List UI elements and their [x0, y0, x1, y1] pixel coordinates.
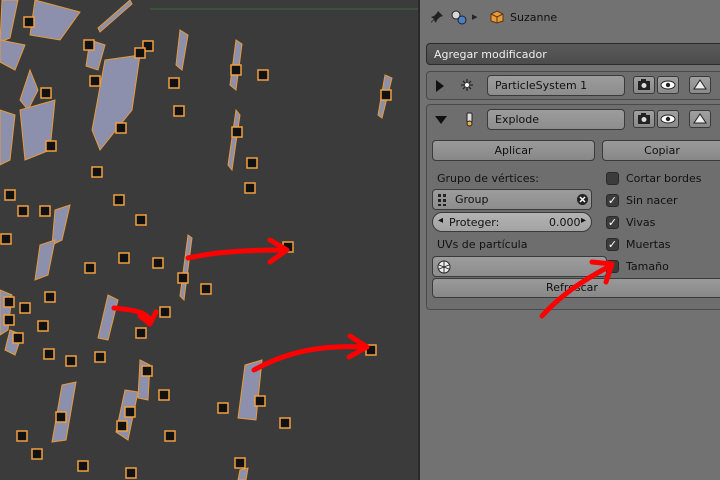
- vertex-group-field[interactable]: Group: [432, 189, 592, 210]
- vertex-group-label: Grupo de vértices:: [437, 172, 539, 185]
- option-row[interactable]: ✓ Vivas: [606, 215, 720, 231]
- add-modifier-dropdown[interactable]: Agregar modificador: [426, 43, 720, 65]
- viewport-canvas: [0, 0, 418, 480]
- uv-sphere-icon: [437, 260, 451, 277]
- slider-right-arrow-icon[interactable]: ▸: [581, 215, 586, 226]
- apply-label: Aplicar: [494, 144, 533, 157]
- protect-value: 0.000: [549, 216, 581, 229]
- camera-icon: [634, 113, 654, 130]
- fragment: [97, 294, 119, 341]
- chevron-up-icon: [690, 113, 710, 130]
- properties-header: ▸ Suzanne: [420, 0, 720, 36]
- add-modifier-label: Agregar modificador: [434, 48, 547, 61]
- protect-label: Proteger:: [449, 216, 500, 229]
- particle-uv-field[interactable]: [432, 256, 607, 277]
- explode-name-field[interactable]: Explode: [487, 109, 625, 130]
- camera-icon: [634, 79, 654, 96]
- checkbox[interactable]: ✓: [606, 216, 619, 229]
- fragment: [175, 29, 189, 71]
- fragment: [0, 39, 26, 71]
- annotation-arrows: [111, 237, 370, 373]
- arrow-1: [185, 247, 288, 261]
- apply-button[interactable]: Aplicar: [432, 140, 595, 161]
- eye-icon: [658, 114, 678, 130]
- option-label: Sin nacer: [626, 194, 678, 207]
- option-row[interactable]: ✓ Sin nacer: [606, 193, 720, 209]
- move-up-button[interactable]: [689, 110, 711, 128]
- object-name: Suzanne: [510, 11, 558, 24]
- copy-label: Copiar: [644, 144, 680, 157]
- expand-arrow-icon[interactable]: [436, 80, 444, 92]
- checkbox[interactable]: [606, 260, 619, 273]
- fragment: [0, 0, 19, 43]
- particlesystem-name: ParticleSystem 1: [495, 79, 588, 92]
- fragment: [179, 234, 193, 302]
- refresh-button[interactable]: Refrescar: [432, 278, 720, 298]
- option-label: Vivas: [626, 216, 656, 229]
- fragment: [0, 109, 16, 166]
- vertex-group-icon: [437, 193, 451, 210]
- render-toggle-button[interactable]: [633, 76, 655, 94]
- fragment: [97, 0, 133, 33]
- checkbox[interactable]: ✓: [606, 194, 619, 207]
- protect-slider[interactable]: ◂ Proteger: 0.000 ▸: [432, 212, 592, 232]
- viewport-toggle-button[interactable]: [657, 110, 679, 128]
- modifier-panel-particlesystem: ParticleSystem 1: [426, 71, 720, 100]
- refresh-label: Refrescar: [546, 281, 598, 294]
- collapse-arrow-icon[interactable]: [435, 116, 447, 124]
- checkbox[interactable]: ✓: [606, 238, 619, 251]
- particle-uv-label: UVs de partícula: [437, 238, 528, 251]
- copy-button[interactable]: Copiar: [602, 140, 720, 161]
- explode-name: Explode: [495, 113, 539, 126]
- vertex-group-value: Group: [455, 193, 489, 206]
- fragment: [29, 0, 81, 41]
- object-cube-icon: [490, 10, 504, 24]
- particlesystem-name-field[interactable]: ParticleSystem 1: [487, 75, 625, 96]
- properties-panel: ▸ Suzanne Agregar modificador ParticleSy…: [420, 0, 720, 480]
- viewport-toggle-button[interactable]: [657, 76, 679, 94]
- option-label: Tamaño: [626, 260, 669, 273]
- option-row[interactable]: Tamaño: [606, 259, 720, 275]
- particles-icon: [459, 77, 475, 96]
- slider-left-arrow-icon[interactable]: ◂: [438, 215, 443, 226]
- fragment: [51, 204, 71, 246]
- eye-icon: [658, 80, 678, 96]
- option-row[interactable]: Cortar bordes: [606, 171, 720, 187]
- move-up-button[interactable]: [689, 76, 711, 94]
- fragment: [227, 108, 241, 172]
- checkbox[interactable]: [606, 172, 619, 185]
- chevron-right-icon: ▸: [472, 10, 478, 23]
- fragment: [34, 239, 56, 281]
- 3d-viewport[interactable]: [0, 0, 418, 480]
- modifier-wrench-icon: [450, 9, 468, 25]
- pin-icon[interactable]: [430, 10, 444, 24]
- modifier-panel-explode: Explode Aplicar Copiar Grupo de vértices…: [426, 104, 720, 310]
- option-label: Cortar bordes: [626, 172, 702, 185]
- render-toggle-button[interactable]: [633, 110, 655, 128]
- fragment: [91, 54, 141, 151]
- exploded-fragments: [0, 0, 393, 480]
- option-label: Muertas: [626, 238, 671, 251]
- clear-x-icon[interactable]: [576, 193, 589, 209]
- explode-icon: [461, 111, 477, 130]
- fragment: [237, 467, 249, 480]
- fragment: [19, 68, 39, 111]
- chevron-up-icon: [690, 79, 710, 96]
- option-row[interactable]: ✓ Muertas: [606, 237, 720, 253]
